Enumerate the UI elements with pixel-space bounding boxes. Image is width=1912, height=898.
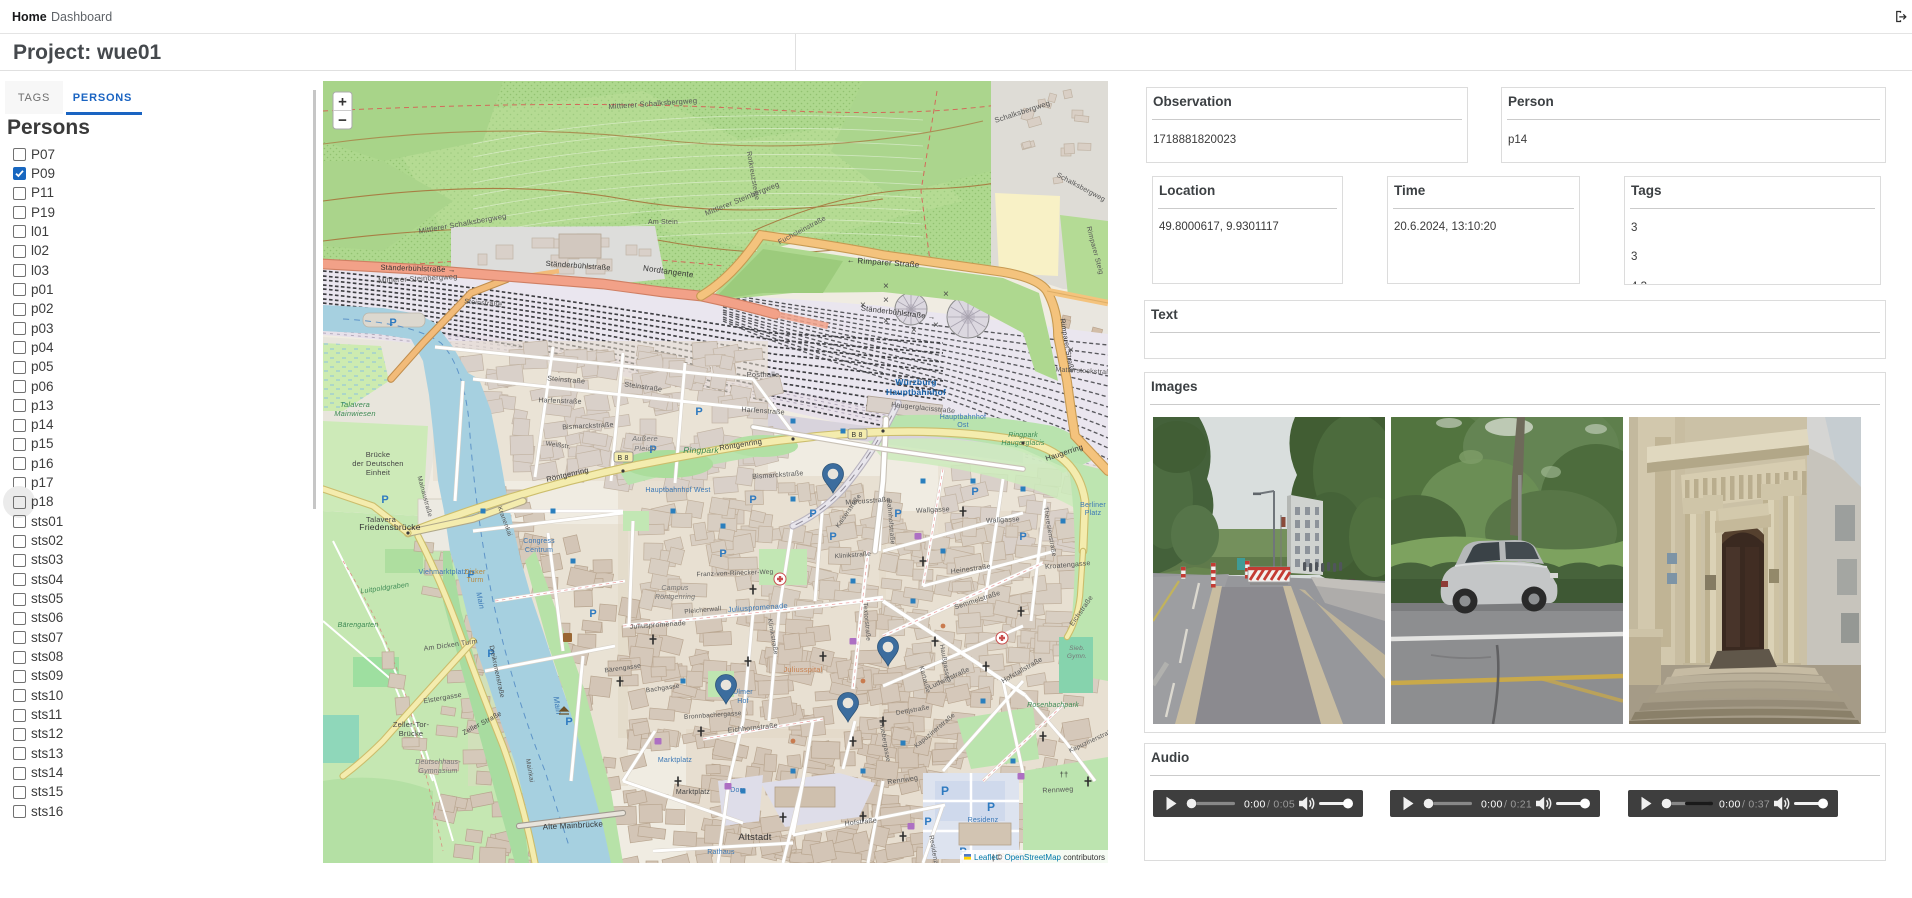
svg-text:0:00: 0:00: [1244, 798, 1266, 810]
svg-text:P: P: [809, 508, 816, 520]
svg-text:Hauptbahnhof West: Hauptbahnhof West: [645, 487, 710, 494]
svg-text:Residenz: Residenz: [968, 817, 999, 824]
svg-text:Viehmarktplatz: Viehmarktplatz: [419, 569, 468, 576]
svg-text:0:00: 0:00: [1719, 798, 1741, 810]
svg-text:Ost: Ost: [957, 422, 969, 429]
svg-text:B 8: B 8: [851, 432, 862, 439]
svg-text:| © OpenStreetMap contributors: | © OpenStreetMap contributors: [992, 853, 1105, 862]
svg-text:×: ×: [943, 289, 949, 300]
svg-text:P: P: [719, 548, 726, 560]
svg-text:P: P: [381, 494, 388, 506]
svg-text:Gymnasium: Gymnasium: [418, 768, 457, 775]
svg-text:Juliusspital: Juliusspital: [783, 665, 822, 674]
svg-text:der Deutschen: der Deutschen: [352, 459, 403, 468]
svg-text:/ 0:37: / 0:37: [1742, 798, 1770, 810]
svg-text:Pleich: Pleich: [634, 444, 656, 453]
svg-text:P: P: [829, 531, 836, 543]
svg-text:×: ×: [883, 295, 889, 306]
svg-text:Würzburg: Würzburg: [895, 377, 936, 387]
svg-text:Talavera: Talavera: [366, 515, 397, 524]
svg-text:Einheit: Einheit: [366, 468, 391, 477]
svg-text:Bärengarten: Bärengarten: [338, 622, 379, 629]
svg-text:Centrum: Centrum: [525, 547, 553, 554]
svg-text:Außere: Außere: [631, 434, 658, 443]
svg-text:×: ×: [883, 316, 889, 327]
svg-text:Hauptbahnhof: Hauptbahnhof: [886, 387, 946, 397]
svg-text:††: ††: [1060, 770, 1069, 779]
svg-text:×: ×: [933, 320, 939, 331]
svg-text:P: P: [565, 716, 572, 728]
svg-text:Marktplatz: Marktplatz: [676, 789, 711, 796]
svg-text:P: P: [941, 784, 949, 798]
svg-text:P: P: [749, 494, 756, 506]
svg-text:Platz: Platz: [1085, 510, 1102, 517]
svg-text:×: ×: [911, 325, 917, 336]
svg-text:Berliner: Berliner: [1080, 502, 1106, 509]
svg-text:−: −: [338, 112, 347, 129]
svg-text:+: +: [338, 94, 347, 111]
svg-text:/ 0:05: / 0:05: [1267, 798, 1295, 810]
svg-text:Röntgenring: Röntgenring: [655, 594, 695, 601]
svg-text:P: P: [894, 508, 901, 520]
svg-text:Gymn.: Gymn.: [1067, 653, 1087, 660]
svg-text:Brücke: Brücke: [366, 450, 391, 459]
svg-text:Mainwiesen: Mainwiesen: [334, 409, 376, 418]
svg-text:Ulmer: Ulmer: [733, 689, 753, 696]
svg-text:Rathaus: Rathaus: [707, 849, 735, 856]
svg-text:P: P: [695, 406, 702, 418]
svg-text:P: P: [971, 486, 978, 498]
svg-text:Zeller-Tor-: Zeller-Tor-: [393, 720, 430, 729]
svg-text:0:00: 0:00: [1481, 798, 1503, 810]
svg-text:Campus: Campus: [661, 585, 689, 592]
svg-text:Congress: Congress: [523, 538, 555, 545]
svg-text:Am Stein: Am Stein: [648, 219, 678, 226]
svg-text:Altstadt: Altstadt: [738, 832, 771, 843]
svg-text:×: ×: [883, 281, 889, 292]
svg-text:Deutschhaus-: Deutschhaus-: [415, 759, 461, 766]
svg-text:Dom: Dom: [730, 787, 745, 794]
svg-text:Brücke: Brücke: [399, 729, 424, 738]
svg-text:P: P: [389, 317, 396, 329]
svg-text:Sieb.: Sieb.: [1069, 645, 1085, 652]
svg-text:Talavera: Talavera: [340, 400, 370, 409]
svg-text:Rosenbachpark: Rosenbachpark: [1027, 702, 1079, 709]
svg-text:Dicker: Dicker: [464, 569, 486, 576]
svg-text:B 8: B 8: [617, 455, 628, 462]
svg-text:/ 0:21: / 0:21: [1504, 798, 1532, 810]
svg-text:P: P: [1019, 531, 1026, 543]
svg-text:P: P: [987, 800, 995, 814]
svg-text:Posthalle: Posthalle: [747, 370, 780, 379]
svg-text:Turm: Turm: [467, 577, 484, 584]
svg-text:P: P: [589, 608, 596, 620]
svg-text:Hauptbahnhof: Hauptbahnhof: [940, 414, 986, 421]
svg-text:P: P: [924, 816, 931, 828]
svg-text:Hof: Hof: [737, 698, 749, 705]
svg-text:Ringpark: Ringpark: [683, 445, 719, 455]
svg-text:Marktplatz: Marktplatz: [658, 757, 693, 764]
svg-text:Ringpark: Ringpark: [1008, 432, 1038, 439]
